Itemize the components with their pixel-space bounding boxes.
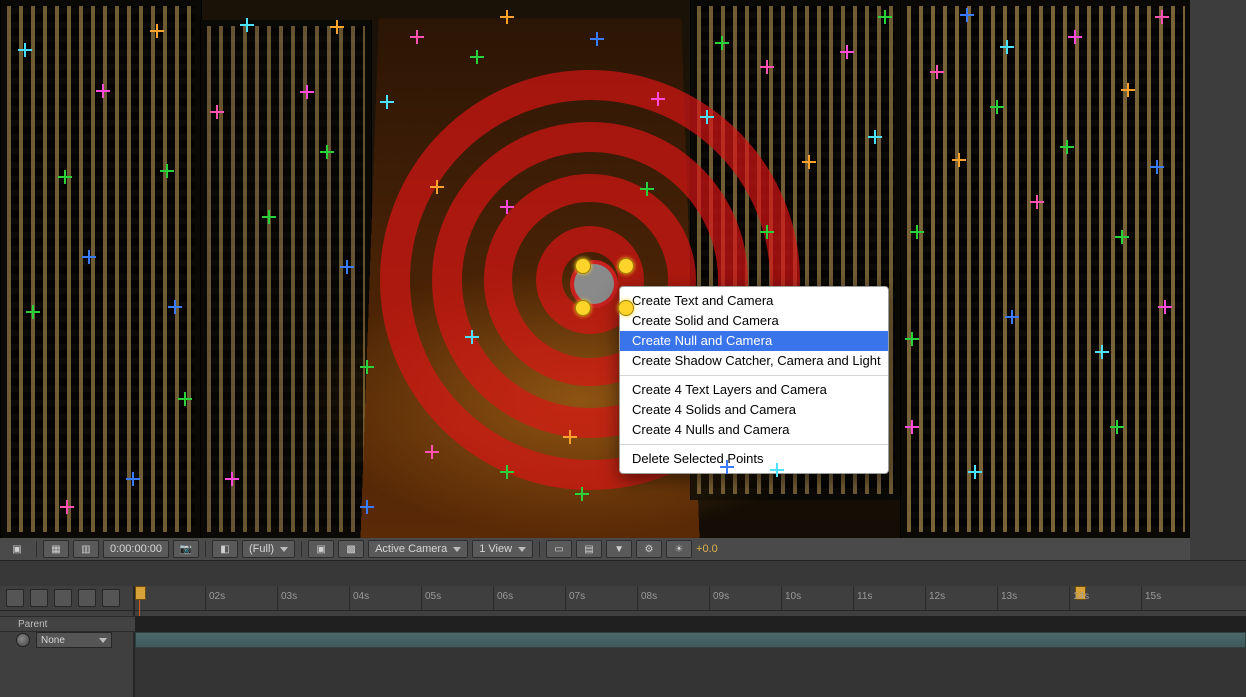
transparency-grid-button[interactable]: ▩ (338, 540, 364, 558)
ruler-tick: 11s (853, 586, 917, 610)
context-menu-item[interactable]: Create Solid and Camera (620, 311, 888, 331)
ruler-tick: 13s (997, 586, 1061, 610)
ruler-tick: 15s (1141, 586, 1205, 610)
ruler-tick: 12s (925, 586, 989, 610)
context-menu-item[interactable]: Create Null and Camera (620, 331, 888, 351)
ruler-tick: 03s (277, 586, 341, 610)
current-time-display[interactable]: 0:00:00:00 (103, 540, 169, 558)
workarea-bar[interactable] (135, 616, 1246, 632)
context-menu-item[interactable]: Delete Selected Points (620, 449, 888, 469)
ruler-tick: 09s (709, 586, 773, 610)
ruler-tick: 14s (1069, 586, 1133, 610)
magnification-icon[interactable]: ▣ (4, 540, 30, 558)
channel-button[interactable]: ◧ (212, 540, 238, 558)
selected-track-point[interactable] (618, 258, 634, 274)
selected-track-point[interactable] (575, 258, 591, 274)
context-menu-item[interactable]: Create 4 Text Layers and Camera (620, 380, 888, 400)
motion-blur-icon[interactable] (54, 589, 72, 607)
time-ruler[interactable]: 02s 03s 04s 05s 06s 07s 08s 09s 10s 11s 12s 13s 14s 1… (135, 586, 1246, 611)
comp-flowchart-button[interactable]: ⚙ (636, 540, 662, 558)
ruler-tick: 08s (637, 586, 701, 610)
ruler-tick: 05s (421, 586, 485, 610)
3d-view-dropdown[interactable]: Active Camera (368, 540, 468, 558)
ruler-tick: 06s (493, 586, 557, 610)
context-menu-item[interactable]: Create 4 Nulls and Camera (620, 420, 888, 440)
ruler-tick: 07s (565, 586, 629, 610)
exposure-value[interactable]: +0.0 (696, 543, 718, 555)
fast-previews-button[interactable]: ▤ (576, 540, 602, 558)
snapshot-button[interactable]: 📷 (173, 540, 199, 558)
timeline-toolbar (0, 586, 141, 611)
timeline-panel[interactable]: 02s 03s 04s 05s 06s 07s 08s 09s 10s 11s 12s 13s 14s 1… (0, 586, 1246, 697)
viewer-footer-bar: ▣ ▦ ▥ 0:00:00:00 📷 ◧ (Full) ▣ ▩ Active C… (0, 538, 1190, 560)
reset-exposure-button[interactable]: ☀ (666, 540, 692, 558)
shy-toggle-icon[interactable] (6, 589, 24, 607)
ruler-tick: 10s (781, 586, 845, 610)
parent-column-header: Parent (0, 616, 135, 632)
ruler-tick: 02s (205, 586, 269, 610)
context-menu-item[interactable]: Create Text and Camera (620, 291, 888, 311)
graph-editor-icon[interactable] (78, 589, 96, 607)
pickwhip-icon[interactable] (16, 633, 30, 647)
layer-duration-bar[interactable] (135, 632, 1246, 648)
grid-toggle-button[interactable]: ▦ (43, 540, 69, 558)
pixel-aspect-button[interactable]: ▭ (546, 540, 572, 558)
safe-zones-button[interactable]: ▥ (73, 540, 99, 558)
timeline-button[interactable]: ▼ (606, 540, 632, 558)
ruler-tick: 04s (349, 586, 413, 610)
brainstorm-icon[interactable] (102, 589, 120, 607)
panel-gap (0, 560, 1246, 588)
parent-dropdown[interactable]: None (36, 632, 112, 648)
context-menu: Create Text and CameraCreate Solid and C… (619, 286, 889, 474)
roi-button[interactable]: ▣ (308, 540, 334, 558)
resolution-dropdown[interactable]: (Full) (242, 540, 295, 558)
selected-track-point[interactable] (575, 300, 591, 316)
context-menu-item[interactable]: Create 4 Solids and Camera (620, 400, 888, 420)
frame-blend-icon[interactable] (30, 589, 48, 607)
composition-viewer[interactable]: Create Text and CameraCreate Solid and C… (0, 0, 1190, 538)
context-menu-item[interactable]: Create Shadow Catcher, Camera and Light (620, 351, 888, 371)
selected-track-point[interactable] (618, 300, 634, 316)
view-layout-dropdown[interactable]: 1 View (472, 540, 533, 558)
